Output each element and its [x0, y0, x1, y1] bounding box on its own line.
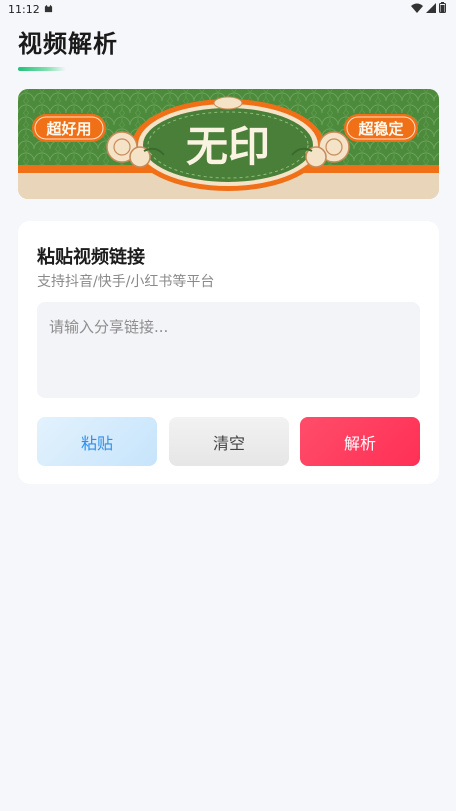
parse-button[interactable]: 解析	[300, 417, 420, 466]
clear-button[interactable]: 清空	[169, 417, 289, 466]
status-left: 11:12	[8, 3, 53, 16]
title-underline	[18, 67, 66, 71]
banner-center-text: 无印	[186, 122, 270, 171]
promo-banner: 超好用 超稳定 无印	[18, 89, 439, 199]
status-right	[411, 2, 446, 16]
wifi-icon	[411, 3, 423, 16]
card-subtitle: 支持抖音/快手/小红书等平台	[37, 274, 215, 290]
notification-cat-icon	[44, 3, 53, 16]
status-bar: 11:12	[0, 0, 456, 18]
page-title: 视频解析	[18, 30, 118, 58]
battery-icon	[439, 2, 446, 16]
cell-signal-icon	[426, 2, 436, 16]
card-title: 粘贴视频链接	[37, 247, 145, 268]
banner-artwork: 超好用 超稳定 无印	[18, 89, 439, 199]
link-card: 粘贴视频链接 支持抖音/快手/小红书等平台 粘贴 清空 解析	[18, 221, 439, 484]
status-time: 11:12	[8, 2, 40, 16]
right-badge-label: 超稳定	[357, 120, 403, 138]
left-badge-label: 超好用	[45, 120, 91, 138]
paste-button[interactable]: 粘贴	[37, 417, 157, 466]
share-link-input[interactable]	[37, 302, 420, 398]
